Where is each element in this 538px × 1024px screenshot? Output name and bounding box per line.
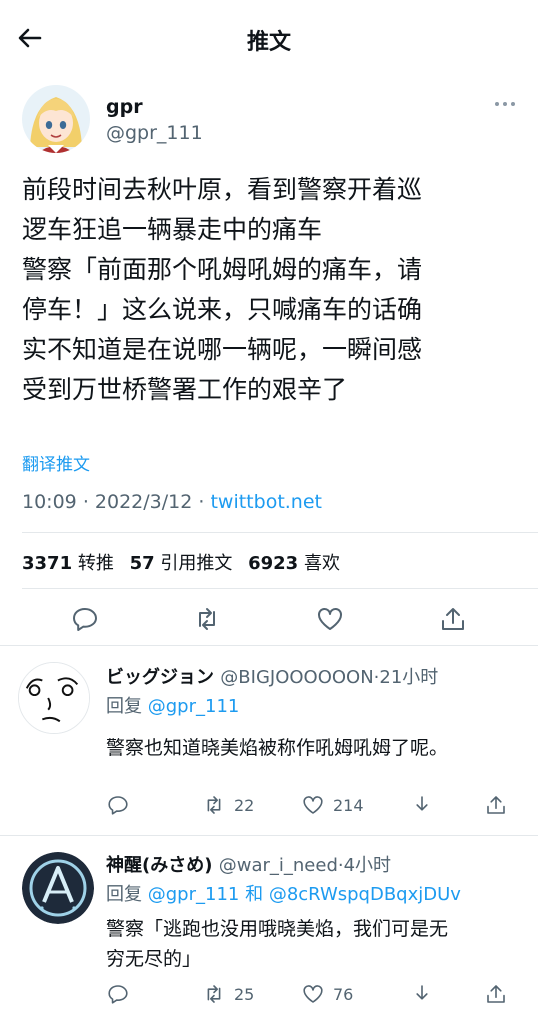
retweet-count[interactable]: 3371 bbox=[22, 553, 72, 574]
reply-reply-button[interactable] bbox=[106, 791, 130, 819]
download-icon bbox=[416, 796, 428, 811]
reply-text: 警察「逃跑也没用哦晓美焰，我们可是无 穷无尽的」 bbox=[106, 918, 449, 970]
reply-to-line: 回复 @gpr_111 bbox=[106, 692, 239, 718]
reply-like-count: 76 bbox=[333, 984, 354, 1004]
tweet-source-link[interactable]: twittbot.net bbox=[210, 491, 322, 513]
header-bar: 推文 bbox=[0, 0, 538, 76]
reply-icon[interactable] bbox=[70, 604, 100, 634]
reply-share-button[interactable] bbox=[484, 980, 508, 1008]
quote-label[interactable]: 引用推文 bbox=[160, 553, 232, 574]
reply-author-name[interactable]: ビッグジョン bbox=[106, 667, 214, 688]
reply-download-button[interactable] bbox=[410, 791, 434, 819]
reply-retweet-count: 25 bbox=[234, 984, 255, 1004]
reply-avatar[interactable] bbox=[22, 852, 94, 924]
meta-separator: · bbox=[82, 491, 89, 513]
reply-author: 神醒(みさめ) @war_i_need·4小时 bbox=[106, 851, 391, 877]
author-handle[interactable]: @gpr_111 bbox=[106, 122, 203, 144]
divider bbox=[22, 588, 538, 589]
reply-retweet-button[interactable]: 22 bbox=[202, 791, 254, 819]
reply-mention-joiner: 和 bbox=[245, 884, 264, 905]
reply-download-button[interactable] bbox=[410, 980, 434, 1008]
reply-like-button[interactable]: 76 bbox=[301, 980, 353, 1008]
tweet-timestamp: 10:09 · 2022/3/12 · twittbot.net bbox=[22, 491, 322, 513]
reply-like-count: 214 bbox=[333, 795, 364, 815]
reply-retweet-button[interactable]: 25 bbox=[202, 980, 254, 1008]
reply-time: 21小时 bbox=[379, 667, 439, 688]
retweet-icon bbox=[207, 985, 221, 1003]
reply-to-line: 回复 @gpr_111 和 @8cRWspqDBqxjDUv bbox=[106, 880, 461, 906]
divider bbox=[0, 645, 538, 646]
author-name[interactable]: gpr bbox=[106, 96, 143, 118]
reply-author-name[interactable]: 神醒(みさめ) bbox=[106, 855, 212, 876]
reply-mention[interactable]: @gpr_111 bbox=[148, 884, 240, 905]
reply-avatar[interactable] bbox=[18, 662, 90, 734]
reply-author: ビッグジョン @BIGJOOOOOON·21小时 bbox=[106, 663, 438, 689]
quote-count[interactable]: 57 bbox=[130, 553, 155, 574]
translate-tweet-link[interactable]: 翻译推文 bbox=[22, 450, 90, 475]
retweet-label[interactable]: 转推 bbox=[78, 553, 114, 574]
reply-to-label: 回复 bbox=[106, 884, 142, 905]
avatar[interactable] bbox=[22, 85, 90, 153]
divider bbox=[22, 532, 538, 533]
share-icon bbox=[487, 796, 505, 814]
reply-mention[interactable]: @gpr_111 bbox=[148, 696, 240, 717]
download-icon bbox=[416, 985, 428, 1000]
divider bbox=[0, 835, 538, 836]
reply-reply-button[interactable] bbox=[106, 980, 130, 1008]
tweet-stats: 3371 转推 57 引用推文 6923 喜欢 bbox=[22, 549, 350, 575]
like-count[interactable]: 6923 bbox=[248, 553, 298, 574]
tweet-text: 前段时间去秋叶原，看到警察开着巡 逻车狂追一辆暴走中的痛车 警察「前面那个吼姆吼… bbox=[22, 175, 423, 404]
reply-icon bbox=[108, 796, 128, 815]
retweet-icon bbox=[207, 796, 221, 814]
reply-retweet-count: 22 bbox=[234, 795, 255, 815]
page-title: 推文 bbox=[246, 30, 291, 55]
reply-mention-2[interactable]: @8cRWspqDBqxjDUv bbox=[269, 884, 461, 905]
share-icon bbox=[487, 985, 505, 1003]
more-icon[interactable] bbox=[492, 92, 518, 116]
reply-like-button[interactable]: 214 bbox=[301, 791, 364, 819]
reply-time: 4小时 bbox=[343, 855, 392, 876]
share-icon[interactable] bbox=[438, 604, 468, 634]
reply-author-handle[interactable]: @war_i_need bbox=[219, 855, 338, 876]
like-label[interactable]: 喜欢 bbox=[304, 553, 340, 574]
reply-text: 警察也知道晓美焰被称作吼姆吼姆了呢。 bbox=[106, 737, 449, 759]
like-icon bbox=[303, 985, 323, 1003]
reply-icon bbox=[108, 985, 128, 1004]
like-icon bbox=[303, 796, 323, 814]
tweet-date: 2022/3/12 bbox=[94, 491, 193, 513]
reply-share-button[interactable] bbox=[484, 791, 508, 819]
meta-separator: · bbox=[198, 491, 205, 513]
reply-author-handle[interactable]: @BIGJOOOOOON bbox=[220, 667, 373, 688]
reply-to-label: 回复 bbox=[106, 696, 142, 717]
like-icon[interactable] bbox=[315, 604, 345, 634]
tweet-time: 10:09 bbox=[22, 491, 77, 513]
retweet-icon[interactable] bbox=[192, 604, 222, 634]
